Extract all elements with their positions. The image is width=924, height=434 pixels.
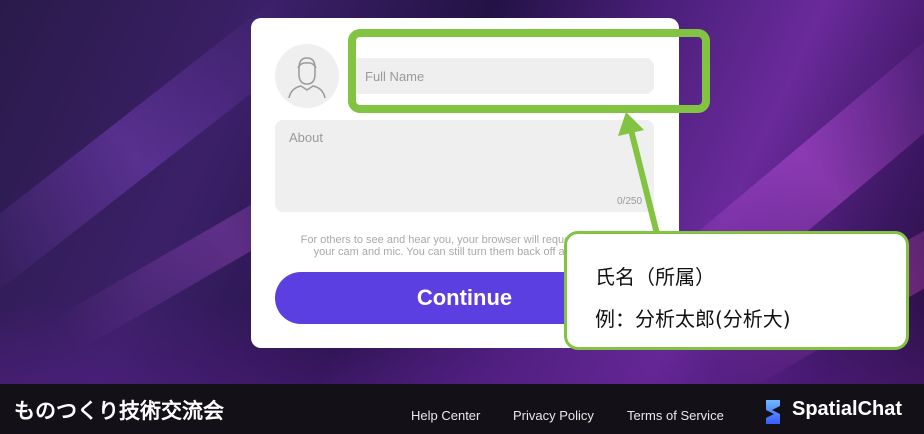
footer-bar: ものつくり技術交流会 Help Center Privacy Policy Te… — [0, 384, 924, 434]
spatialchat-logo-text: SpatialChat — [792, 398, 903, 420]
annotation-highlight-box — [348, 29, 710, 113]
user-avatar-icon[interactable] — [275, 44, 339, 108]
event-brand-title: ものつくり技術交流会 — [14, 399, 224, 423]
help-center-link[interactable]: Help Center — [411, 408, 480, 423]
user-avatar-icon-glyph — [288, 57, 326, 98]
annotation-callout: 氏名（所属） 例：分析太郎(分析大) — [564, 231, 909, 350]
annotation-line-2: 例：分析太郎(分析大) — [595, 307, 791, 331]
annotation-line-1: 氏名（所属） — [595, 265, 715, 289]
spatialchat-logo-icon — [766, 400, 780, 424]
privacy-policy-link[interactable]: Privacy Policy — [513, 408, 594, 423]
about-textarea[interactable] — [275, 120, 654, 212]
terms-of-service-link[interactable]: Terms of Service — [627, 408, 724, 423]
about-char-counter: 0/250 — [617, 196, 643, 207]
